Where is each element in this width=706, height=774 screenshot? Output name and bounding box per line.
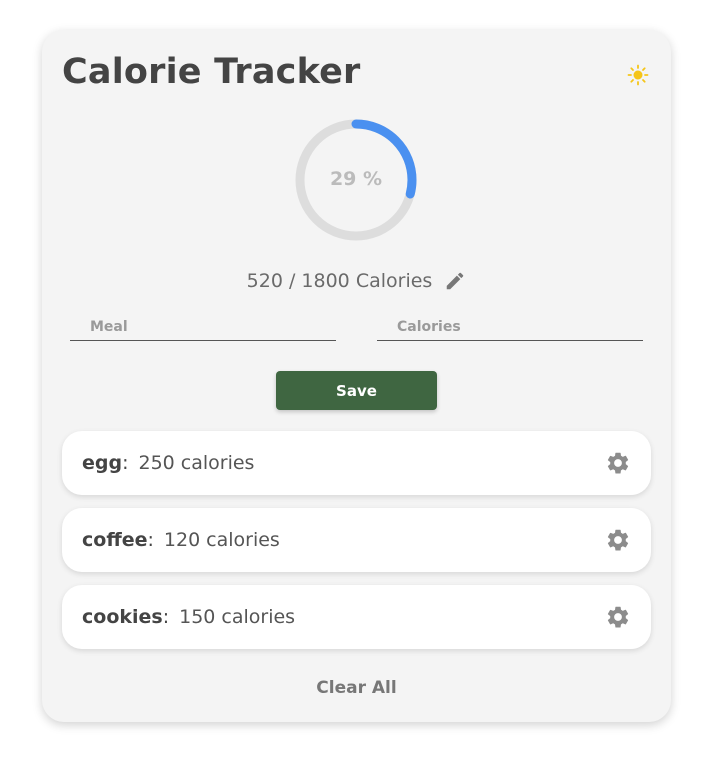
total-unit: Calories	[355, 270, 433, 292]
meal-calories: 120	[163, 529, 201, 551]
calories-input[interactable]	[377, 313, 643, 341]
meal-input[interactable]	[70, 313, 336, 341]
meal-separator: :	[162, 606, 170, 628]
meal-separator: :	[147, 529, 154, 551]
calorie-total-row: 520 / 1800 Calories	[42, 267, 671, 295]
meal-separator: :	[122, 452, 129, 474]
app-title: Calorie Tracker	[62, 52, 361, 92]
clear-all-button[interactable]: Clear All	[42, 677, 671, 699]
meal-item: coffee: 120 calories	[62, 508, 651, 572]
meal-unit: calories	[206, 529, 280, 551]
meal-name: coffee	[82, 529, 148, 551]
sun-icon[interactable]	[627, 64, 649, 86]
total-separator: /	[282, 270, 302, 292]
calorie-tracker-card: Calorie Tracker 29 % 520 / 1800 Calories…	[42, 30, 671, 722]
meal-unit: calories	[221, 606, 296, 628]
calorie-total: 520 / 1800 Calories	[247, 270, 433, 292]
calorie-goal: 1800	[301, 270, 350, 292]
calories-consumed: 520	[246, 270, 283, 292]
meal-unit: calories	[180, 452, 255, 474]
progress-percent: 29 %	[329, 168, 383, 190]
meal-name: cookies	[82, 606, 163, 628]
gear-icon[interactable]	[605, 450, 631, 476]
pencil-icon[interactable]	[444, 270, 466, 292]
meal-item: egg: 250 calories	[62, 431, 651, 495]
meal-item: cookies: 150 calories	[62, 585, 651, 649]
meal-calories: 150	[179, 606, 216, 628]
meal-calories: 250	[138, 452, 175, 474]
gear-icon[interactable]	[605, 604, 631, 630]
save-button[interactable]: Save	[276, 371, 437, 410]
gear-icon[interactable]	[605, 527, 631, 553]
meal-name: egg	[82, 452, 123, 474]
meal-list: egg: 250 calories coffee: 120 calories coo…	[62, 431, 651, 662]
